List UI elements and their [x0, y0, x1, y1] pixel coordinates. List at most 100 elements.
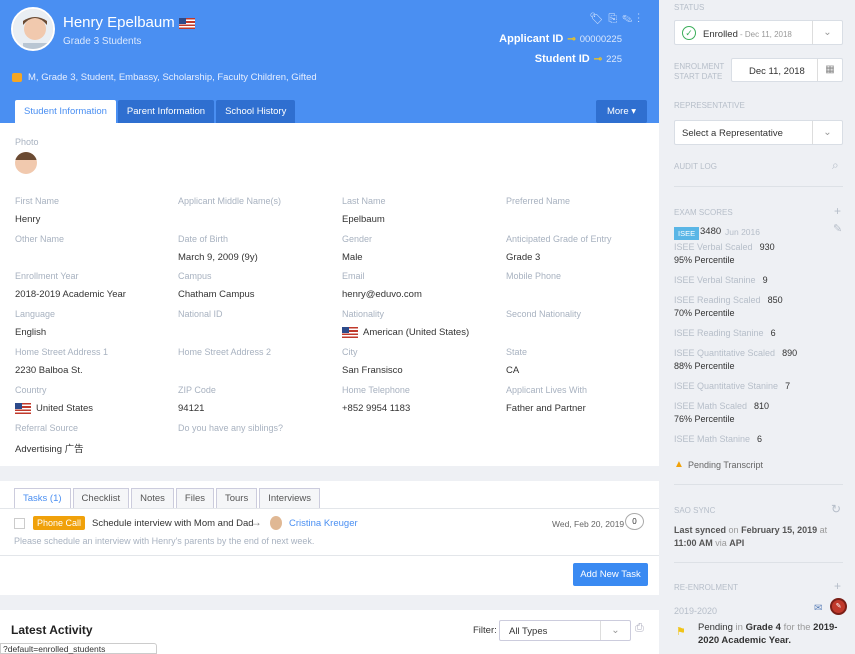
- tab-checklist[interactable]: Checklist: [72, 488, 130, 508]
- comment-count[interactable]: 0: [625, 513, 644, 530]
- tab-student-information[interactable]: Student Information: [15, 100, 116, 123]
- nationality-label: Nationality: [342, 309, 385, 319]
- us-flag-icon: [178, 17, 195, 29]
- student-name: Henry Epelbaum: [63, 14, 195, 31]
- add-new-task-button[interactable]: Add New Task: [573, 563, 648, 586]
- national-id-label: National ID: [178, 309, 223, 319]
- home-street-address-1-label: Home Street Address 1: [15, 347, 109, 357]
- enrolment-date-input[interactable]: Dec 11, 2018 ▦: [731, 58, 843, 82]
- edit-icon[interactable]: ✎: [622, 13, 637, 25]
- country-value: United States: [15, 403, 93, 414]
- start-date-label: START DATE: [674, 72, 723, 81]
- email-label: Email: [342, 271, 365, 281]
- exam-score-7: ISEE Math Stanine 6: [674, 434, 763, 444]
- student-id: Student ID ⊸ 225: [534, 53, 622, 65]
- representative-select[interactable]: Select a Representative ⌄: [674, 120, 843, 145]
- add-reenrol-icon[interactable]: +: [834, 579, 841, 593]
- enrolment-label: ENROLMENT: [674, 62, 725, 71]
- applicant-lives-with-value: Father and Partner: [506, 403, 586, 414]
- task-description: Please schedule an interview with Henry'…: [14, 536, 315, 546]
- check-circle-icon: ✓: [682, 26, 696, 40]
- last-name-value: Epelbaum: [342, 214, 385, 225]
- applicant-lives-with-label: Applicant Lives With: [506, 385, 588, 395]
- tab-interviews[interactable]: Interviews: [259, 488, 320, 508]
- exam-percentile-2: 70% Percentile: [674, 308, 735, 318]
- tab-school-history[interactable]: School History: [216, 100, 296, 123]
- exam-score-4: ISEE Quantitative Scaled 890: [674, 348, 798, 358]
- task-title[interactable]: Schedule interview with Mom and Dad: [92, 518, 254, 529]
- exam-score-5: ISEE Quantitative Stanine 7: [674, 381, 791, 391]
- mobile-phone-label: Mobile Phone: [506, 271, 562, 281]
- date-of-birth-value: March 9, 2009 (9y): [178, 252, 258, 263]
- gender-label: Gender: [342, 234, 373, 244]
- re-enrolment-label: RE-ENROLMENT: [674, 583, 739, 592]
- home-street-address-1-value: 2230 Balboa St.: [15, 365, 83, 376]
- city-value: San Fransisco: [342, 365, 403, 376]
- enrollment-year-value: 2018-2019 Academic Year: [15, 289, 126, 300]
- kebab-menu-icon[interactable]: ⋮: [637, 13, 645, 25]
- tab-notes[interactable]: Notes: [131, 488, 174, 508]
- activity-title: Latest Activity: [11, 623, 93, 637]
- zip-code-label: ZIP Code: [178, 385, 216, 395]
- referral-source-label: Referral Source: [15, 423, 79, 433]
- profile-tabs: Student Information Parent Information Sch…: [15, 100, 297, 123]
- key-icon: ⊸: [567, 34, 576, 45]
- status-select[interactable]: ✓ Enrolled - Dec 11, 2018 ⌄: [674, 20, 843, 45]
- task-assignee[interactable]: Cristina Kreuger: [289, 518, 358, 529]
- tab-tours[interactable]: Tours: [215, 488, 258, 508]
- student-grade: Grade 3 Students: [63, 36, 142, 47]
- do-you-have-any-siblings-label: Do you have any siblings?: [178, 423, 284, 433]
- key-icon: ⊸: [593, 54, 603, 65]
- copy-icon[interactable]: ⎘: [608, 13, 622, 25]
- search-icon[interactable]: ⌕: [832, 158, 839, 173]
- reenrol-year: 2019-2020: [674, 606, 718, 616]
- filter-select[interactable]: All Types ⌄: [499, 620, 631, 641]
- edit-exam-icon[interactable]: ✎: [833, 222, 842, 235]
- task-tabs: Tasks (1) Checklist Notes Files Tours Intervi…: [14, 488, 322, 508]
- tab-parent-information[interactable]: Parent Information: [117, 100, 215, 123]
- applicant-id: Applicant ID ⊸ 00000225: [499, 33, 622, 45]
- student-photo[interactable]: [15, 152, 37, 174]
- exam-score-6: ISEE Math Scaled 810: [674, 401, 770, 411]
- anticipated-grade-of-entry-value: Grade 3: [506, 252, 541, 263]
- us-flag-icon: [15, 403, 31, 414]
- second-nationality-label: Second Nationality: [506, 309, 582, 319]
- status-bar-url: ?default=enrolled_students: [0, 643, 157, 654]
- more-dropdown[interactable]: More ▾: [596, 100, 647, 123]
- add-exam-icon[interactable]: +: [834, 204, 841, 218]
- language-label: Language: [15, 309, 56, 319]
- nationality-value: American (United States): [342, 327, 469, 338]
- tab-files[interactable]: Files: [175, 488, 214, 508]
- reenrol-status: Pending in Grade 4 for the 2019-2020 Aca…: [698, 622, 838, 646]
- first-name-label: First Name: [15, 196, 60, 206]
- warning-icon: ▲: [674, 459, 684, 470]
- country-label: Country: [15, 385, 47, 395]
- student-info-panel: Photo First Name Henry Applicant Middle Na…: [0, 123, 659, 466]
- main-panel: Henry Epelbaum Grade 3 Students M, Grade…: [0, 0, 659, 654]
- task-row[interactable]: Phone Call Schedule interview with Mom a…: [14, 513, 644, 550]
- mail-icon[interactable]: ✉: [814, 603, 822, 614]
- enrollment-year-label: Enrollment Year: [15, 271, 79, 281]
- home-telephone-label: Home Telephone: [342, 385, 410, 395]
- print-icon[interactable]: ⎙: [635, 622, 644, 635]
- tab-tasks[interactable]: Tasks (1): [14, 488, 71, 508]
- other-name-label: Other Name: [15, 234, 65, 244]
- notification-icon[interactable]: ✎: [830, 598, 847, 615]
- tag-action-icon[interactable]: 🏷: [589, 13, 608, 25]
- arrow-right-icon: →: [250, 515, 262, 529]
- home-street-address-2-label: Home Street Address 2: [178, 347, 272, 357]
- campus-label: Campus: [178, 271, 212, 281]
- exam-score-1: ISEE Verbal Stanine 9: [674, 275, 768, 285]
- exam-percentile-0: 95% Percentile: [674, 255, 735, 265]
- us-flag-icon: [342, 327, 358, 338]
- exam-percentile-6: 76% Percentile: [674, 414, 735, 424]
- calendar-icon[interactable]: ▦: [817, 59, 842, 81]
- date-of-birth-label: Date of Birth: [178, 234, 229, 244]
- applicant-middle-name-s-label: Applicant Middle Name(s): [178, 196, 282, 206]
- refresh-icon[interactable]: ↻: [831, 502, 841, 516]
- task-checkbox[interactable]: [14, 518, 25, 529]
- tasks-panel: Tasks (1) Checklist Notes Files Tours Intervi…: [0, 481, 659, 595]
- audit-log-label[interactable]: AUDIT LOG: [674, 162, 717, 171]
- assignee-avatar: [270, 516, 282, 530]
- flag-icon: ⚑: [676, 626, 686, 638]
